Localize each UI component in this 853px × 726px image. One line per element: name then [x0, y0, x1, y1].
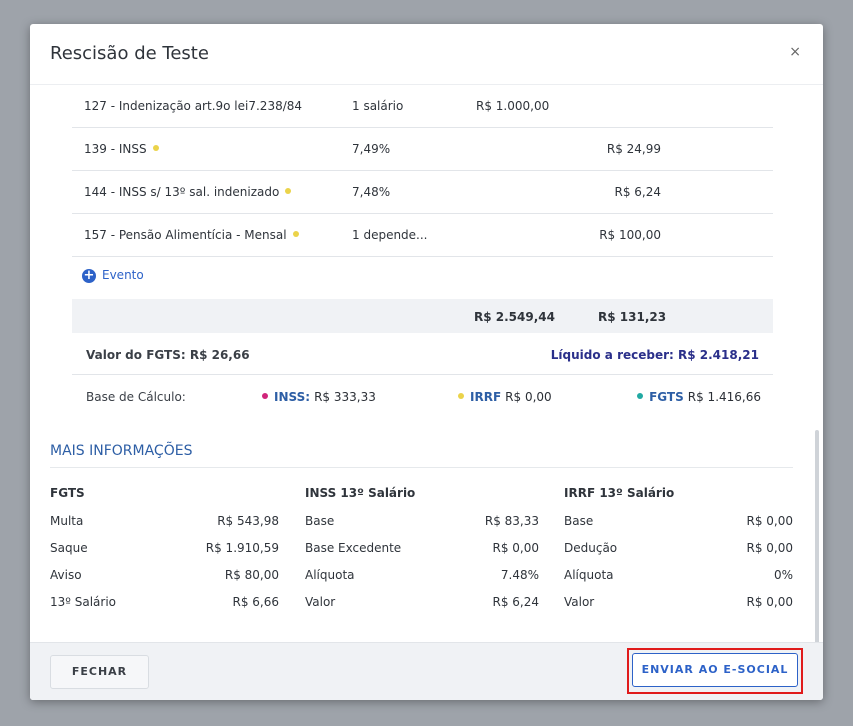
irrf-dot-icon [458, 392, 464, 399]
info-row: Multa R$ 543,98 [50, 514, 279, 528]
scrollbar[interactable] [815, 430, 819, 643]
events-table: 127 - Indenização art.9o lei7.238/84 1 s… [72, 85, 773, 257]
fgts-value: Valor do FGTS: R$ 26,66 [86, 348, 250, 362]
add-event-label: Evento [102, 268, 144, 282]
column-title: INSS 13º Salário [305, 486, 416, 500]
event-desconto: R$ 6,24 [614, 185, 661, 199]
info-row: Base R$ 0,00 [564, 514, 793, 528]
event-description: 157 - Pensão Alimentícia - Mensal [84, 228, 299, 242]
net-receivable: Líquido a receber: R$ 2.418,21 [550, 348, 759, 362]
inss13-info-column: INSS 13º Salário Base R$ 83,33 Base Exced… [305, 486, 539, 622]
more-info-title: MAIS INFORMAÇÕES [50, 443, 193, 459]
table-row[interactable]: 157 - Pensão Alimentícia - Mensal 1 depe… [72, 214, 773, 257]
totals-row: R$ 2.549,44 R$ 131,23 [72, 299, 773, 333]
fgts-dot-icon [637, 392, 644, 399]
event-description: 139 - INSS [84, 142, 159, 156]
event-description: 127 - Indenização art.9o lei7.238/84 [84, 99, 303, 113]
total-descontos: R$ 131,23 [598, 310, 667, 324]
info-row: Valor R$ 0,00 [564, 595, 793, 609]
fgts-info-column: FGTS Multa R$ 543,98 Saque R$ 1.910,59 Avi… [50, 486, 279, 622]
calculation-base-row: Base de Cálculo: INSS: R$ 333,33 IRRF R$ 0… [72, 375, 773, 417]
info-row: Valor R$ 6,24 [305, 595, 539, 609]
modal-header: Rescisão de Teste × [30, 24, 823, 86]
modal-body[interactable]: 127 - Indenização art.9o lei7.238/84 1 s… [30, 85, 823, 643]
info-row: Alíquota 7.48% [305, 568, 539, 582]
info-row: Aviso R$ 80,00 [50, 568, 279, 582]
info-row: Base Excedente R$ 0,00 [305, 541, 539, 555]
plus-circle-icon: + [82, 267, 96, 283]
modal-footer: FECHAR ENVIAR AO E-SOCIAL [30, 642, 823, 700]
info-row: Base R$ 83,33 [305, 514, 539, 528]
event-reference: 7,49% [352, 142, 391, 156]
event-desconto: R$ 24,99 [606, 142, 661, 156]
rescisao-modal: Rescisão de Teste × 127 - Indenização ar… [30, 24, 823, 700]
table-row[interactable]: 139 - INSS 7,49% R$ 24,99 [72, 128, 773, 171]
inss-base-dot-icon [152, 144, 159, 151]
irrf-base-dot-icon [292, 230, 299, 237]
section-divider [50, 467, 793, 468]
info-row: Alíquota 0% [564, 568, 793, 582]
send-to-esocial-button[interactable]: ENVIAR AO E-SOCIAL [632, 653, 798, 687]
table-row[interactable]: 127 - Indenização art.9o lei7.238/84 1 s… [72, 85, 773, 128]
event-reference: 7,48% [352, 185, 391, 199]
calculation-base-label: Base de Cálculo: [86, 390, 186, 404]
close-button[interactable]: FECHAR [50, 655, 149, 689]
info-row: Dedução R$ 0,00 [564, 541, 793, 555]
irrf13-info-column: IRRF 13º Salário Base R$ 0,00 Dedução R$ 0… [564, 486, 793, 622]
irrf-base-dot-icon [285, 187, 292, 194]
info-row: 13º Salário R$ 6,66 [50, 595, 279, 609]
total-proventos: R$ 2.549,44 [474, 310, 555, 324]
inss-base: INSS: R$ 333,33 [262, 390, 376, 404]
modal-title: Rescisão de Teste [50, 43, 209, 64]
add-event-button[interactable]: + Evento [82, 268, 144, 283]
event-desconto: R$ 100,00 [599, 228, 661, 242]
column-title: FGTS [50, 486, 85, 500]
close-icon[interactable]: × [789, 44, 801, 60]
event-reference: 1 salário [352, 99, 404, 113]
table-row[interactable]: 144 - INSS s/ 13º sal. indenizado 7,48% … [72, 171, 773, 214]
inss-dot-icon [262, 392, 268, 399]
info-row: Saque R$ 1.910,59 [50, 541, 279, 555]
irrf-base: IRRF R$ 0,00 [458, 390, 552, 404]
fgts-base: FGTS R$ 1.416,66 [637, 390, 761, 404]
fgts-summary-row: Valor do FGTS: R$ 26,66 Líquido a recebe… [72, 334, 773, 375]
event-provento: R$ 1.000,00 [476, 99, 550, 113]
send-button-highlight: ENVIAR AO E-SOCIAL [627, 648, 803, 694]
column-title: IRRF 13º Salário [564, 486, 675, 500]
event-reference: 1 depende... [352, 228, 428, 242]
event-description: 144 - INSS s/ 13º sal. indenizado [84, 185, 292, 199]
